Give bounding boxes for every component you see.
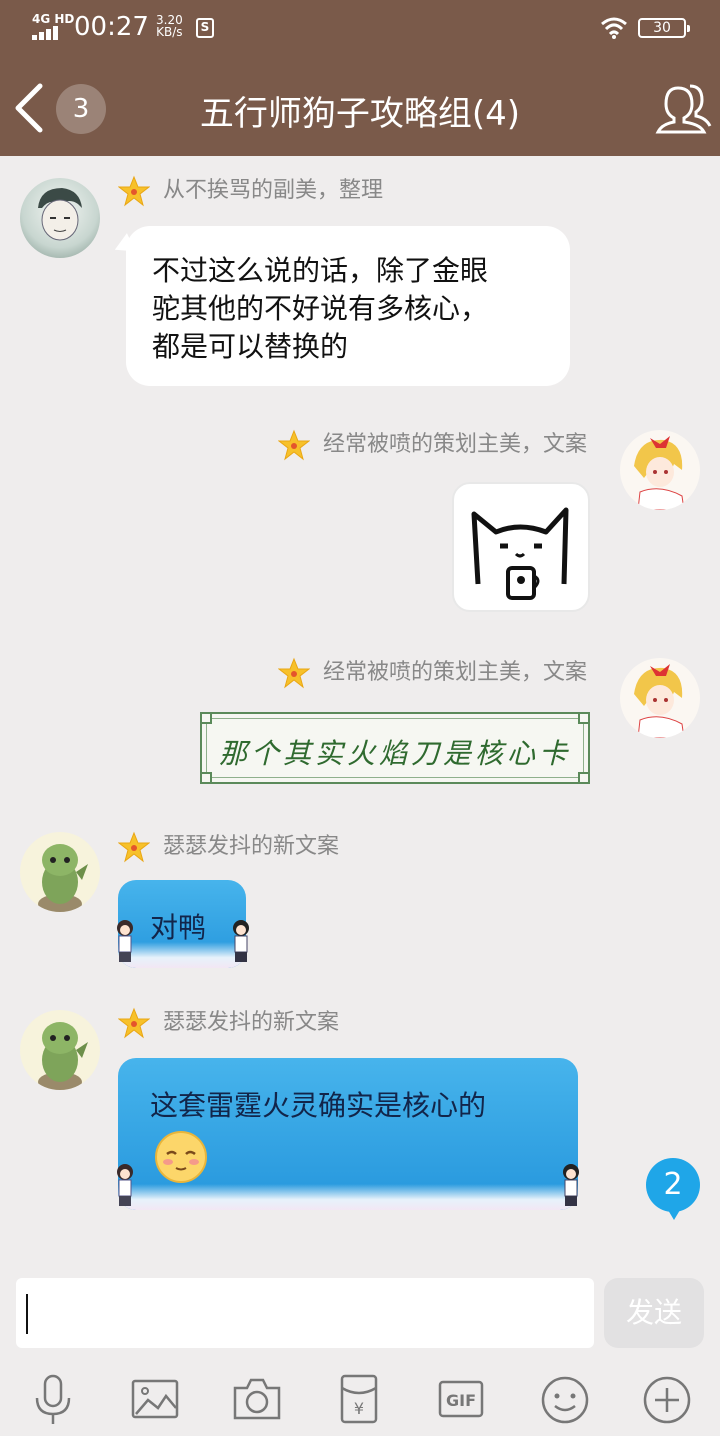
gif-button[interactable]: GIF: [436, 1372, 486, 1428]
text-caret: [26, 1294, 28, 1334]
emoji-button[interactable]: [540, 1372, 590, 1428]
avatar[interactable]: [20, 1010, 100, 1090]
voice-button[interactable]: [28, 1372, 78, 1428]
sender-label: 瑟瑟发抖的新文案: [163, 1010, 340, 1035]
message-bubble[interactable]: 这套雷霆火灵确实是核心的: [118, 1058, 578, 1210]
card-text: 那个其实火焰刀是核心卡: [218, 737, 571, 770]
message-text-line: 驼其他的不好说有多核心，: [152, 292, 489, 325]
sender-label: 从不挨骂的副美，整理: [163, 178, 384, 203]
chibi-girl-decoration: [117, 1164, 133, 1206]
sticker-image[interactable]: [452, 482, 590, 612]
chat-header: 4G HD 00:27 3.20 KB/s S 30 3 五行师狗子攻略组(4): [0, 0, 720, 156]
svg-text:GIF: GIF: [446, 1391, 476, 1410]
avatar[interactable]: [20, 178, 100, 258]
sim-icon: S: [196, 18, 214, 38]
image-button[interactable]: [130, 1372, 180, 1428]
avatar[interactable]: [620, 430, 700, 510]
back-arrow-icon[interactable]: [10, 80, 50, 136]
avatar[interactable]: [620, 658, 700, 738]
star-icon: [278, 657, 310, 689]
wifi-icon: [601, 17, 627, 39]
send-button[interactable]: 发送: [604, 1278, 704, 1348]
message-bubble[interactable]: 不过这么说的话，除了金眼 驼其他的不好说有多核心， 都是可以替换的: [126, 226, 570, 386]
chibi-girl-decoration: [117, 920, 133, 962]
unread-count-badge[interactable]: 3: [56, 84, 106, 134]
more-button[interactable]: [642, 1372, 692, 1428]
star-icon: [118, 175, 150, 207]
avatar[interactable]: [20, 832, 100, 912]
clock: 00:27: [74, 12, 149, 42]
sender-label: 经常被喷的策划主美，文案: [323, 660, 588, 685]
message-text: 这套雷霆火灵确实是核心的: [150, 1089, 487, 1122]
message-text-line: 不过这么说的话，除了金眼: [152, 254, 489, 287]
battery-icon: 30: [638, 18, 690, 38]
network-type: 4G HD: [32, 12, 75, 26]
sender-name: 经常被喷的策划主美，文案: [278, 656, 587, 690]
red-packet-icon: ¥: [340, 1374, 378, 1424]
speed-unit: KB/s: [156, 25, 183, 39]
sender-label: 经常被喷的策划主美，文案: [323, 432, 588, 457]
sender-label: 瑟瑟发抖的新文案: [163, 834, 340, 859]
star-icon: [278, 429, 310, 461]
sender-name: 经常被喷的策划主美，文案: [278, 428, 587, 462]
chibi-boy-decoration: [233, 920, 249, 962]
input-toolbar: ¥ GIF: [0, 1372, 720, 1432]
group-title: 五行师狗子攻略组(4): [199, 94, 521, 134]
star-icon: [118, 831, 150, 863]
camera-button[interactable]: [232, 1372, 282, 1428]
smiley-icon: [541, 1376, 589, 1424]
input-bar: 发送 ¥ GIF: [0, 1262, 720, 1436]
sender-name: 瑟瑟发抖的新文案: [118, 830, 339, 864]
image-icon: [131, 1379, 179, 1419]
shy-face-emoji-icon: [155, 1131, 207, 1183]
decorated-card-bubble[interactable]: 那个其实火焰刀是核心卡: [200, 712, 590, 784]
message-text: 对鸭: [150, 911, 207, 944]
chibi-boy-decoration: [563, 1164, 579, 1206]
plus-icon: [643, 1376, 691, 1424]
group-members-icon[interactable]: [654, 80, 712, 136]
status-bar: 4G HD 00:27 3.20 KB/s S 30: [0, 0, 720, 56]
star-icon: [118, 1007, 150, 1039]
camera-icon: [233, 1378, 281, 1420]
signal-icon: [32, 26, 64, 40]
network-speed: 3.20 KB/s: [156, 14, 183, 38]
message-text-line: 都是可以替换的: [152, 330, 349, 363]
message-input[interactable]: [16, 1278, 594, 1348]
gif-icon: GIF: [438, 1380, 484, 1418]
sender-name: 从不挨骂的副美，整理: [118, 174, 383, 208]
microphone-icon: [35, 1374, 71, 1424]
new-message-badge[interactable]: 2: [646, 1158, 700, 1220]
svg-text:¥: ¥: [354, 1399, 364, 1418]
red-packet-button[interactable]: ¥: [334, 1372, 384, 1428]
sender-name: 瑟瑟发抖的新文案: [118, 1006, 339, 1040]
